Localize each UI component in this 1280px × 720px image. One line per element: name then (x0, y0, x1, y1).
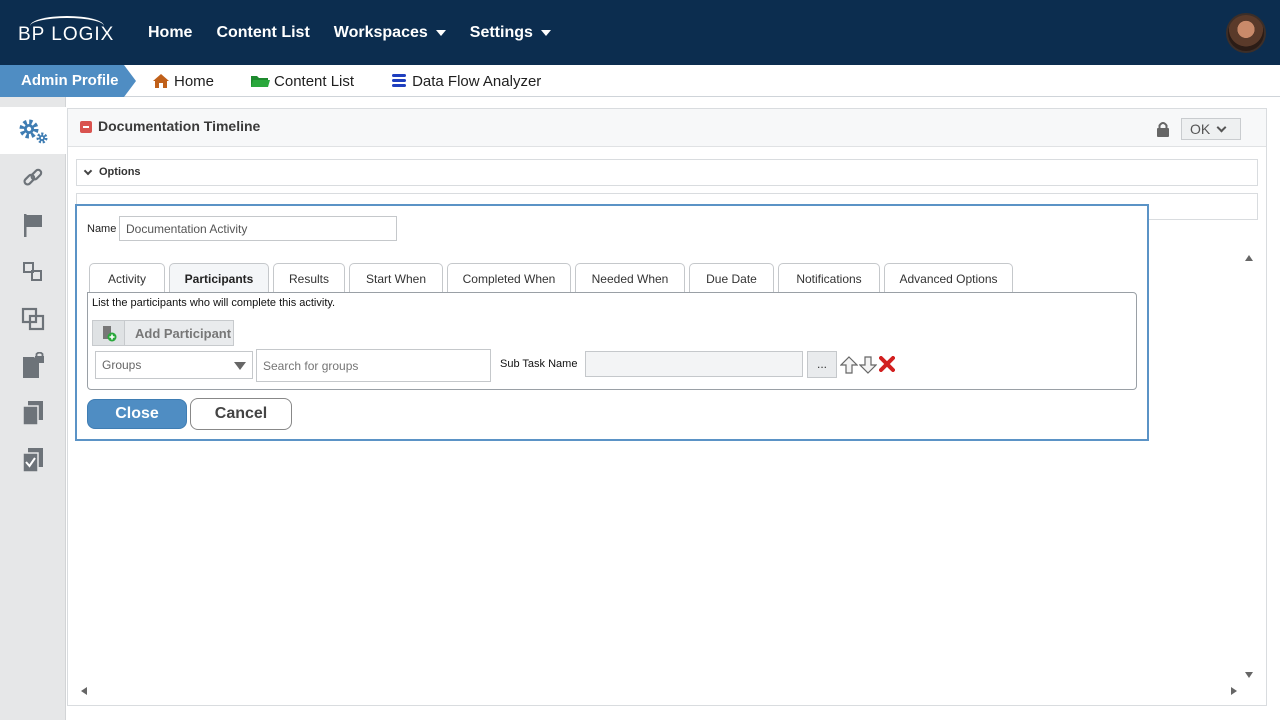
activity-name-input[interactable] (119, 216, 397, 241)
crumb-data-flow-analyzer[interactable]: Data Flow Analyzer (390, 73, 541, 90)
tab-due-date[interactable]: Due Date (689, 263, 774, 293)
logo-text: BP LOGIX (18, 24, 115, 45)
subtask-browse-button[interactable]: ... (807, 351, 837, 378)
flag-icon (24, 213, 42, 237)
sidebar-item-links[interactable] (0, 154, 66, 201)
activity-tabs: Activity Participants Results Start When… (89, 263, 1017, 293)
tab-completed-when[interactable]: Completed When (447, 263, 571, 293)
tab-needed-when[interactable]: Needed When (575, 263, 685, 293)
database-icon (392, 74, 407, 87)
groups-select[interactable]: Groups (95, 351, 253, 379)
scroll-down-arrow[interactable] (1245, 672, 1253, 678)
chevron-down-icon (1216, 122, 1227, 132)
sidebar-item-locked-documents[interactable] (0, 342, 66, 389)
subtask-name-label: Sub Task Name (500, 358, 578, 370)
breadcrumb: Admin Profile Home Content List Data Flo… (0, 65, 1280, 97)
locked-document-icon (23, 351, 44, 378)
gears-icon (19, 119, 48, 143)
participants-description: List the participants who will complete … (92, 297, 336, 309)
subtask-name-input[interactable] (585, 351, 803, 377)
chevron-down-icon (435, 29, 446, 36)
sidebar-item-copy[interactable] (0, 389, 66, 436)
house-icon (153, 74, 169, 88)
nav-content-list[interactable]: Content List (216, 24, 309, 42)
top-navigation-bar: BP LOGIX Home Content List Workspaces Se… (0, 0, 1280, 65)
search-groups-input[interactable] (256, 349, 491, 382)
left-sidebar (0, 97, 66, 720)
folder-icon (251, 76, 271, 87)
add-participant-button[interactable]: Add Participant (92, 320, 234, 346)
crumb-home[interactable]: Home (152, 73, 214, 90)
tab-activity[interactable]: Activity (89, 263, 165, 293)
ok-dropdown-button[interactable]: OK (1181, 118, 1241, 140)
tab-advanced-options[interactable]: Advanced Options (884, 263, 1013, 293)
tab-participants[interactable]: Participants (169, 263, 269, 293)
activity-dialog: Name Activity Participants Results Start… (75, 204, 1149, 441)
sidebar-item-overlap[interactable] (0, 295, 66, 342)
chevron-down-icon (540, 29, 551, 36)
cancel-button[interactable]: Cancel (190, 398, 292, 430)
scroll-left-arrow[interactable] (81, 687, 87, 695)
tab-notifications[interactable]: Notifications (778, 263, 880, 293)
arrow-up-icon[interactable] (840, 356, 858, 374)
chevron-down-icon (83, 166, 93, 176)
add-user-icon (102, 326, 116, 342)
nav-home[interactable]: Home (148, 24, 192, 42)
page-title: Documentation Timeline (98, 118, 261, 134)
top-nav-menu: Home Content List Workspaces Settings (148, 0, 575, 65)
lock-icon[interactable] (1156, 121, 1170, 137)
sidebar-item-settings[interactable] (0, 107, 66, 154)
horizontal-scrollbar[interactable] (68, 683, 1266, 701)
tab-results[interactable]: Results (273, 263, 345, 293)
user-avatar[interactable] (1226, 13, 1266, 53)
hierarchy-icon (23, 261, 42, 281)
sidebar-item-flags[interactable] (0, 201, 66, 248)
nav-settings[interactable]: Settings (470, 24, 551, 42)
sidebar-item-tasks[interactable] (0, 436, 66, 483)
nav-workspaces[interactable]: Workspaces (334, 24, 446, 42)
sidebar-item-hierarchy[interactable] (0, 248, 66, 295)
form-icon (80, 121, 92, 133)
checked-document-icon (22, 447, 43, 473)
delete-icon[interactable] (879, 356, 895, 372)
crumb-content-list[interactable]: Content List (250, 73, 354, 90)
participants-panel: List the participants who will complete … (87, 292, 1137, 390)
name-label: Name (87, 223, 117, 235)
options-section-header[interactable]: Options (76, 159, 1258, 186)
admin-profile-crumb[interactable]: Admin Profile (0, 65, 136, 97)
dropdown-arrow-icon (234, 362, 246, 370)
add-participant-icon-box (93, 321, 125, 345)
overlap-squares-icon (21, 307, 45, 330)
close-button[interactable]: Close (87, 399, 187, 429)
scroll-up-arrow[interactable] (1245, 255, 1253, 261)
breadcrumb-links: Home Content List Data Flow Analyzer (152, 65, 577, 97)
tab-start-when[interactable]: Start When (349, 263, 443, 293)
bp-logix-logo[interactable]: BP LOGIX (18, 16, 114, 45)
scroll-right-arrow[interactable] (1231, 687, 1237, 695)
arrow-down-icon[interactable] (859, 356, 877, 374)
main-header: Documentation Timeline OK (68, 109, 1266, 147)
copy-icon (22, 400, 43, 426)
link-icon (23, 168, 43, 186)
